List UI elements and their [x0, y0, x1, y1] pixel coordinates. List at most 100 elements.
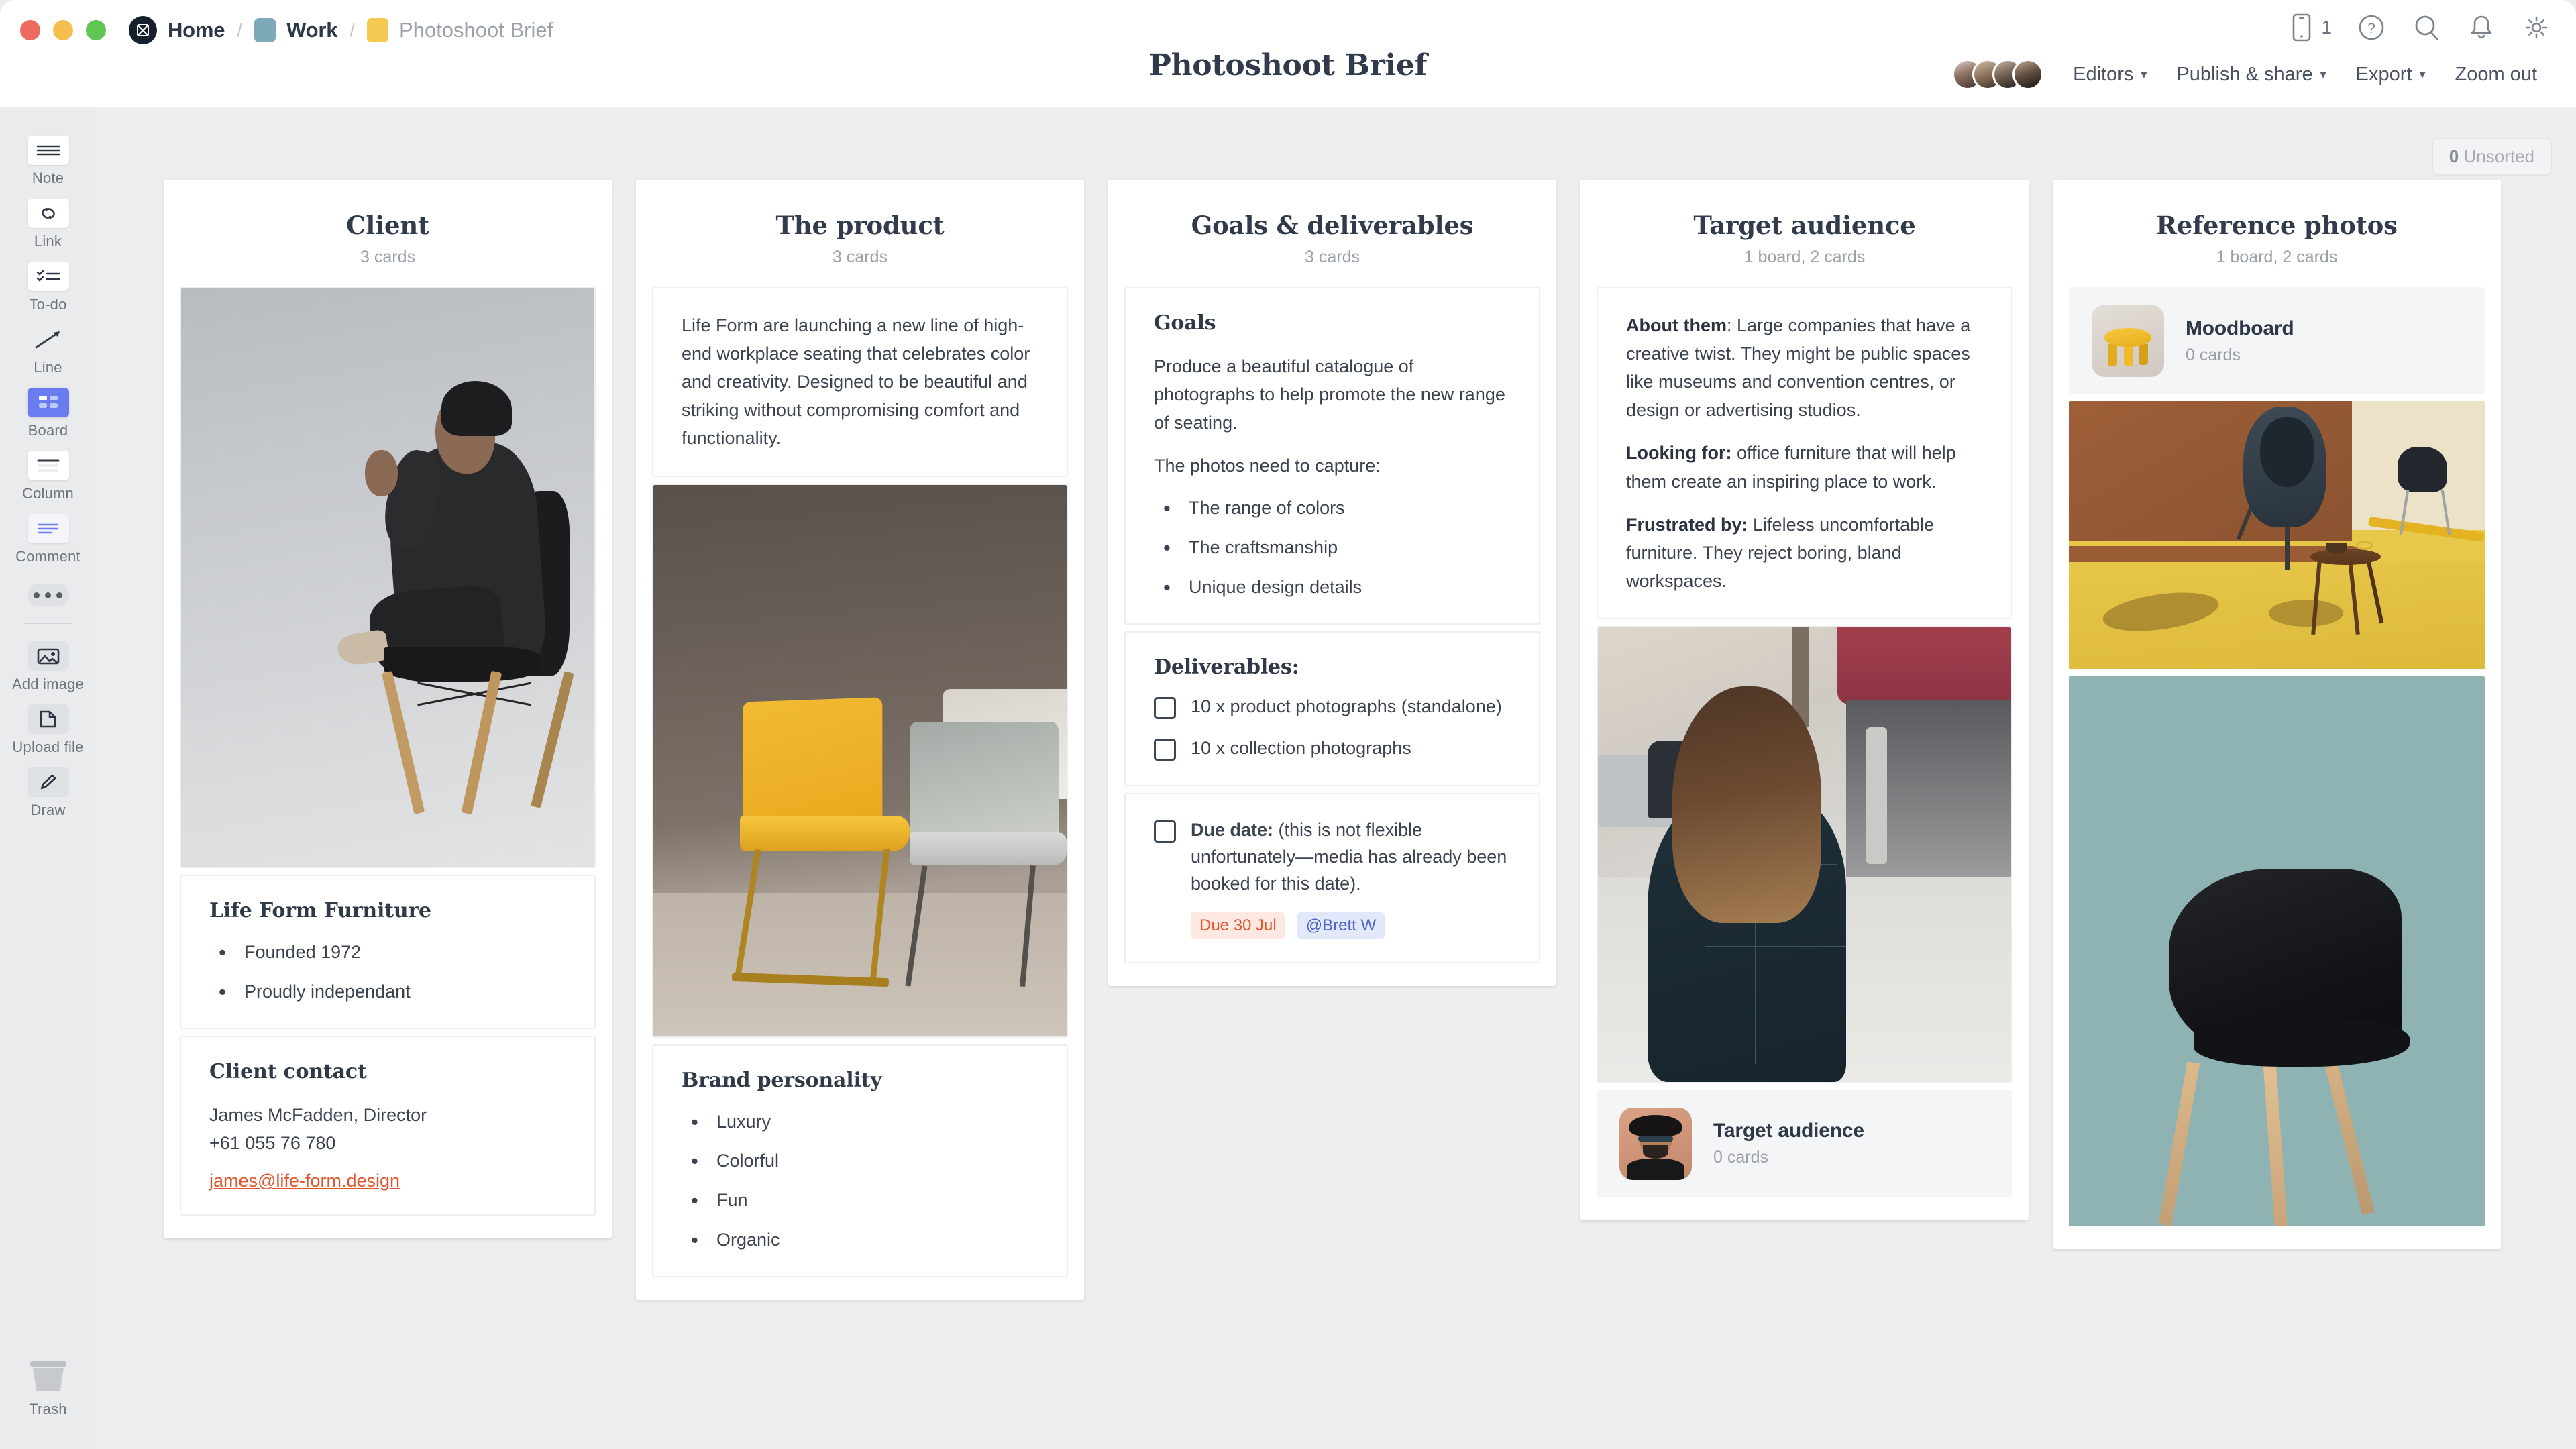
top-icon-bar: 1 ?	[2286, 12, 2552, 43]
editors-menu-button[interactable]: Editors ▾	[2058, 64, 2161, 86]
card-heading: Life Form Furniture	[209, 899, 431, 922]
todo-item[interactable]: Due date: (this is not flexible unfortun…	[1154, 817, 1511, 898]
card-goals[interactable]: Goals Produce a beautiful catalogue of p…	[1124, 287, 1540, 625]
list-item: Proudly independant	[209, 977, 566, 1006]
breadcrumb-home[interactable]: Home	[168, 18, 225, 42]
card-brand-personality[interactable]: Brand personality Luxury Colorful Fun Or…	[652, 1044, 1068, 1277]
tool-add-image[interactable]: Add image	[11, 641, 85, 693]
chevron-down-icon: ▾	[2320, 67, 2326, 81]
mobile-count: 1	[2321, 17, 2332, 38]
breadcrumb-work[interactable]: Work	[286, 18, 337, 42]
close-window-button[interactable]	[20, 20, 40, 40]
notifications-icon[interactable]	[2466, 12, 2497, 43]
todo-label: 10 x product photographs (standalone)	[1191, 696, 1502, 716]
tool-draw[interactable]: Draw	[11, 767, 85, 819]
trash-icon	[26, 1360, 70, 1395]
card-reference-photo-2[interactable]	[2069, 676, 2485, 1226]
breadcrumb-separator-1: /	[237, 19, 243, 40]
board-card-target-audience[interactable]: Target audience 0 cards	[1597, 1089, 2012, 1197]
tool-link[interactable]: Link	[11, 199, 85, 250]
column-title: Goals & deliverables	[1191, 211, 1474, 240]
tool-comment[interactable]: Comment	[11, 514, 85, 566]
tool-add-image-label: Add image	[12, 676, 84, 692]
checkbox[interactable]	[1154, 738, 1176, 761]
reference-photo-2	[2069, 676, 2485, 1226]
column-icon	[27, 451, 69, 480]
list-item: Fun	[682, 1186, 1038, 1215]
dot-icon	[34, 592, 40, 598]
column-client[interactable]: Client 3 cards Life Form Furniture • Fou…	[164, 180, 612, 1238]
column-subtitle: 1 board, 2 cards	[2216, 248, 2338, 266]
tool-line[interactable]: Line	[11, 325, 85, 376]
tool-todo-label: To-do	[29, 296, 67, 313]
tool-note[interactable]: Note	[11, 136, 85, 187]
card-client-photo[interactable]	[180, 287, 596, 868]
breadcrumb-current-chip-icon	[367, 18, 389, 42]
tool-upload-file[interactable]: Upload file	[11, 704, 85, 756]
checkbox[interactable]	[1154, 696, 1176, 719]
minimize-window-button[interactable]	[53, 20, 73, 40]
column-target-audience[interactable]: Target audience 1 board, 2 cards About t…	[1580, 180, 2029, 1220]
client-photo	[181, 288, 594, 867]
zoom-out-button[interactable]: Zoom out	[2440, 64, 2553, 86]
search-icon[interactable]	[2411, 12, 2442, 43]
card-product-description[interactable]: Life Form are launching a new line of hi…	[652, 287, 1068, 477]
card-reference-photo-1[interactable]	[2069, 401, 2485, 669]
more-tools-button[interactable]	[27, 584, 69, 606]
mobile-devices-button[interactable]: 1	[2286, 12, 2332, 43]
top-action-bar: Editors ▾ Publish & share ▾ Export ▾ Zoo…	[1952, 59, 2552, 90]
column-header: Target audience 1 board, 2 cards	[1597, 180, 2012, 287]
column-list: Client 3 cards Life Form Furniture • Fou…	[164, 180, 2501, 1300]
audience-photo	[1598, 627, 2011, 1082]
column-header: The product 3 cards	[652, 180, 1068, 287]
card-life-form-furniture[interactable]: Life Form Furniture Founded 1972 Proudly…	[180, 875, 596, 1029]
tool-link-label: Link	[34, 233, 62, 250]
comment-icon	[27, 514, 69, 543]
list-item: Founded 1972	[209, 938, 566, 967]
moodboard-thumb-icon	[2092, 305, 2164, 377]
column-reference-photos[interactable]: Reference photos 1 board, 2 cards Moodbo…	[2053, 180, 2501, 1249]
card-deliverables[interactable]: Deliverables: 10 x product photographs (…	[1124, 631, 1540, 786]
dot-icon	[56, 592, 62, 598]
card-audience-description[interactable]: About them: Large companies that have a …	[1597, 287, 2012, 619]
board-canvas[interactable]: 0 Unsorted Client 3 cards Life Form Furn…	[96, 107, 2576, 1449]
milanote-logo-icon[interactable]	[129, 16, 157, 44]
tool-note-label: Note	[32, 170, 64, 186]
list-item: Unique design details	[1154, 573, 1511, 602]
status-badge-mention[interactable]: @Brett W	[1297, 912, 1385, 939]
trash-button[interactable]: Trash	[0, 1360, 96, 1418]
tool-todo[interactable]: To-do	[11, 262, 85, 313]
card-due-date[interactable]: Due date: (this is not flexible unfortun…	[1124, 792, 1540, 963]
column-the-product[interactable]: The product 3 cards Life Form are launch…	[636, 180, 1084, 1300]
help-icon[interactable]: ?	[2356, 12, 2387, 43]
audience-frustrated: Frustrated by: Lifeless uncomfortable fu…	[1626, 511, 1983, 595]
editor-avatars[interactable]	[1952, 59, 2044, 90]
contact-email-link[interactable]: james@life-form.design	[209, 1171, 400, 1191]
maximize-window-button[interactable]	[86, 20, 106, 40]
card-client-contact[interactable]: Client contact James McFadden, Director …	[180, 1035, 596, 1216]
list-item: Colorful	[682, 1146, 1038, 1175]
unsorted-tray-button[interactable]: 0 Unsorted	[2431, 138, 2552, 176]
tool-column[interactable]: Column	[11, 451, 85, 502]
zoom-out-label: Zoom out	[2455, 63, 2538, 85]
bullet-list: Founded 1972 Proudly independant	[209, 938, 566, 1006]
goals-lead: The photos need to capture:	[1154, 455, 1381, 476]
card-product-photo[interactable]	[652, 483, 1068, 1038]
line-icon	[28, 325, 69, 354]
tool-board[interactable]: Board	[11, 388, 85, 439]
column-header: Goals & deliverables 3 cards	[1124, 180, 1540, 287]
publish-share-label: Publish & share	[2176, 63, 2313, 85]
board-card-moodboard[interactable]: Moodboard 0 cards	[2069, 287, 2485, 394]
avatar[interactable]	[2012, 59, 2044, 90]
checkbox[interactable]	[1154, 820, 1176, 843]
svg-text:?: ?	[2367, 21, 2375, 36]
todo-item[interactable]: 10 x collection photographs	[1154, 735, 1511, 762]
publish-share-menu-button[interactable]: Publish & share ▾	[2161, 64, 2341, 86]
column-goals-deliverables[interactable]: Goals & deliverables 3 cards Goals Produ…	[1108, 180, 1556, 986]
todo-item[interactable]: 10 x product photographs (standalone)	[1154, 694, 1511, 720]
gear-icon[interactable]	[2521, 12, 2552, 43]
list-item: The range of colors	[1154, 494, 1511, 523]
card-audience-photo[interactable]	[1597, 625, 2012, 1083]
status-badge-due[interactable]: Due 30 Jul	[1191, 912, 1285, 939]
export-menu-button[interactable]: Export ▾	[2341, 64, 2440, 86]
